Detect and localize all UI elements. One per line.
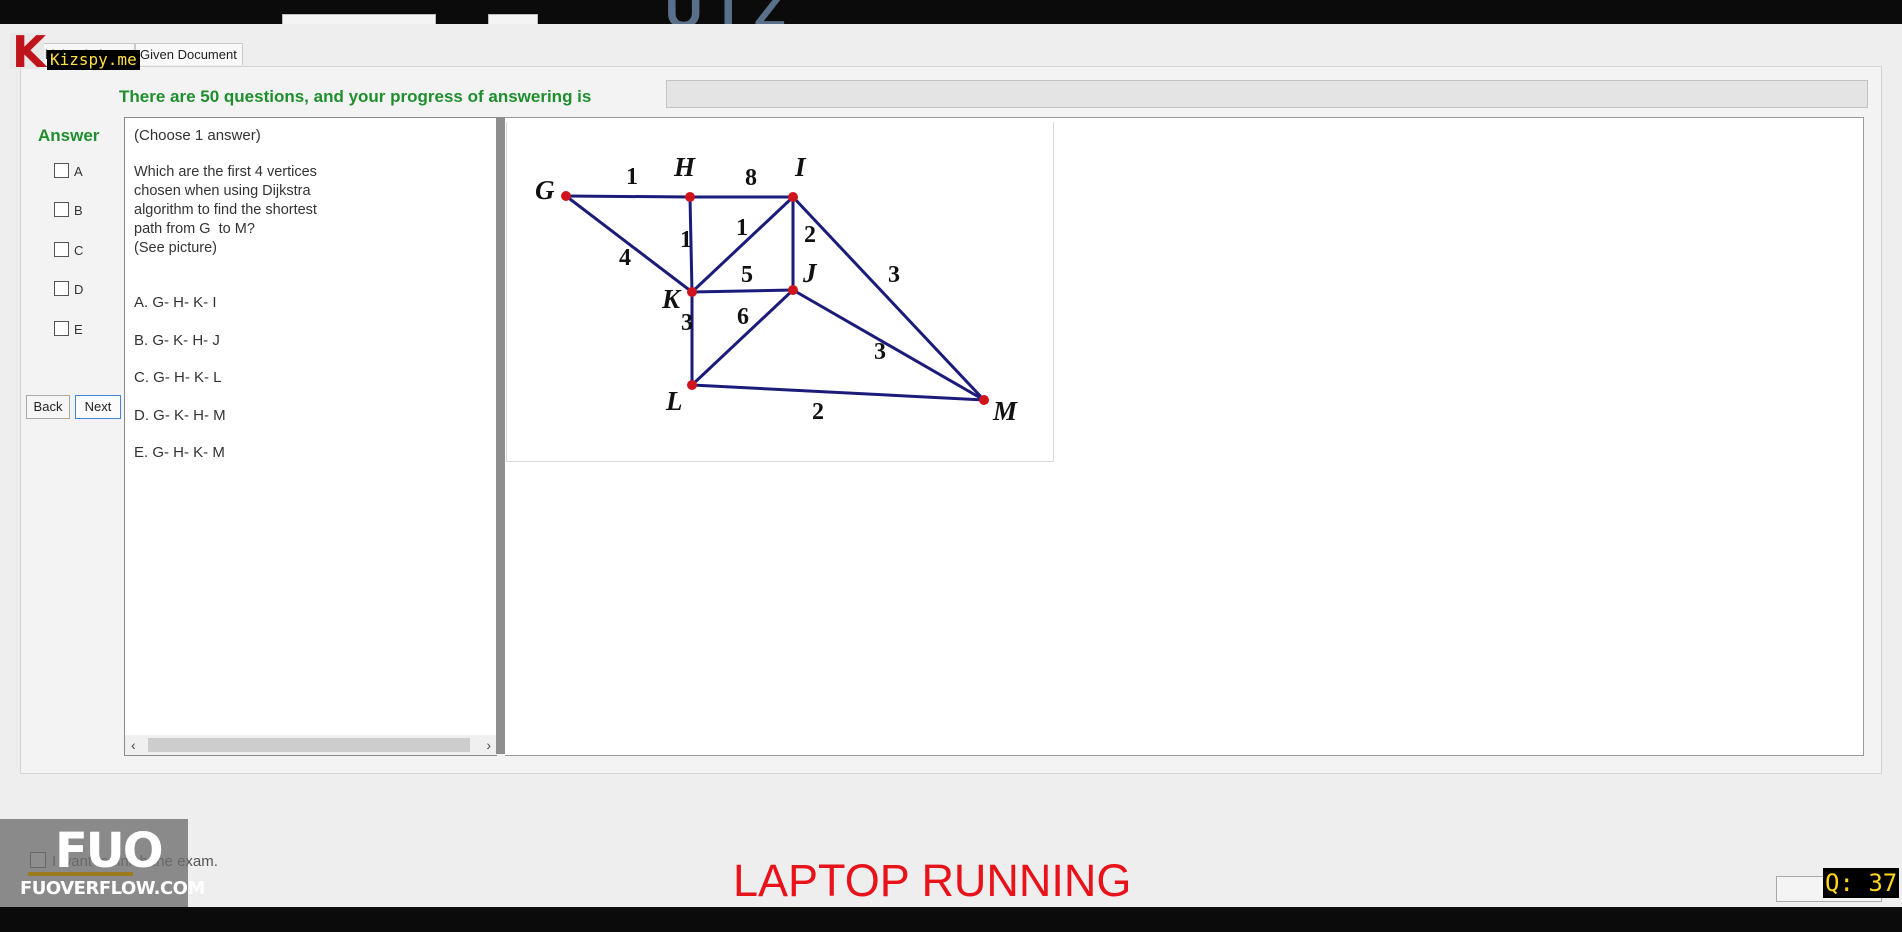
fuo-logo-text: FUO — [55, 823, 164, 879]
fuo-site-text: FUOVERFLOW.COM — [20, 878, 205, 899]
answer-option-e[interactable]: E — [54, 321, 83, 337]
laptop-running-status: LAPTOP RUNNING — [733, 855, 1132, 906]
choice-b: B. G- K- H- J — [134, 332, 220, 349]
edge-weight-label: 1 — [680, 227, 692, 253]
kizspy-watermark: Kizspy.me — [47, 50, 140, 70]
graph-node-j — [788, 285, 798, 295]
edge-weight-label: 1 — [736, 215, 748, 241]
edge-weight-label: 3 — [888, 262, 900, 288]
node-label: J — [802, 258, 818, 288]
node-label: M — [992, 396, 1018, 426]
graph-edge-i-m — [791, 195, 986, 402]
graph-edge-g-k — [565, 194, 693, 294]
graph-diagram: 1 8 4 1 1 2 5 3 3 6 3 2 G H I J K L M — [535, 152, 1018, 426]
node-label: L — [665, 386, 683, 416]
kizspy-logo-letter: K — [12, 27, 47, 78]
option-label: D — [74, 282, 84, 297]
scroll-left-icon[interactable]: ‹ — [131, 735, 136, 755]
question-line: algorithm to find the shortest — [134, 202, 317, 218]
edge-weight-label: 5 — [741, 262, 753, 288]
checkbox[interactable] — [54, 321, 69, 336]
graph-edge-l-m — [691, 383, 985, 402]
top-black-bar: U I Z — [0, 0, 1902, 24]
question-line: path from G to M? — [134, 221, 255, 237]
question-line: (See picture) — [134, 240, 218, 256]
edge-weight-label: 2 — [804, 222, 816, 248]
scrollbar-thumb[interactable] — [148, 738, 470, 752]
graph-edge-g-h — [565, 194, 691, 199]
choice-a: A. G- H- K- I — [134, 294, 217, 311]
checkbox[interactable] — [54, 242, 69, 257]
panel-splitter[interactable] — [496, 117, 505, 754]
node-label: I — [794, 152, 807, 182]
horizontal-scrollbar[interactable]: ‹ › — [125, 735, 497, 755]
graph-edge-k-j — [691, 288, 794, 294]
progress-label: There are 50 questions, and your progres… — [119, 87, 592, 106]
question-text: (Choose 1 answer) Which are the first 4 … — [134, 126, 494, 258]
exam-title-fragment: U I Z — [665, 0, 788, 24]
node-label: G — [535, 175, 555, 205]
option-label: A — [74, 164, 83, 179]
node-label: H — [673, 152, 696, 182]
graph-node-h — [685, 192, 695, 202]
next-button[interactable]: Next — [75, 395, 121, 419]
fuoverflow-watermark: FUO FUOVERFLOW.COM — [0, 819, 205, 907]
progress-bar — [666, 80, 1868, 108]
option-label: E — [74, 322, 83, 337]
tab-given-document[interactable]: Given Document — [135, 43, 243, 65]
graph-edge-j-m — [792, 288, 985, 402]
question-line: chosen when using Dijkstra — [134, 183, 311, 199]
bottom-black-bar — [0, 907, 1902, 932]
question-instruction: (Choose 1 answer) — [134, 127, 261, 144]
choice-d: D. G- K- H- M — [134, 407, 226, 424]
answer-option-c[interactable]: C — [54, 242, 83, 258]
edge-weight-label: 1 — [626, 164, 638, 190]
answer-title: Answer — [38, 126, 100, 145]
edge-weight-label: 3 — [874, 339, 886, 365]
choice-c: C. G- H- K- L — [134, 369, 222, 386]
checkbox[interactable] — [54, 202, 69, 217]
graph-picture: 1 8 4 1 1 2 5 3 3 6 3 2 G H I J K L M — [506, 122, 1054, 462]
background-field — [488, 14, 538, 24]
question-line: Which are the first 4 vertices — [134, 164, 317, 180]
answer-option-b[interactable]: B — [54, 202, 83, 218]
back-button[interactable]: Back — [26, 395, 70, 419]
edge-weight-label: 3 — [681, 310, 693, 336]
scroll-right-icon[interactable]: › — [486, 735, 491, 755]
kizspy-logo: K — [10, 27, 46, 78]
edge-weight-label: 2 — [812, 399, 824, 425]
checkbox[interactable] — [54, 281, 69, 296]
checkbox[interactable] — [54, 163, 69, 178]
answer-option-a[interactable]: A — [54, 163, 83, 179]
graph-node-l — [687, 380, 697, 390]
question-counter: Q: 37 — [1823, 868, 1900, 898]
node-label: K — [661, 284, 682, 314]
fuo-logo-strip — [28, 872, 133, 876]
question-box[interactable]: (Choose 1 answer) Which are the first 4 … — [124, 117, 497, 756]
graph-node-i — [788, 192, 798, 202]
edge-weight-label: 8 — [745, 165, 757, 191]
choice-e: E. G- H- K- M — [134, 444, 225, 461]
graph-node-g — [561, 191, 571, 201]
edge-weight-label: 6 — [737, 304, 749, 330]
edge-weight-label: 4 — [619, 245, 631, 271]
graph-node-m — [979, 395, 989, 405]
answer-option-d[interactable]: D — [54, 281, 83, 297]
graph-node-k — [687, 287, 697, 297]
background-field — [282, 14, 436, 24]
option-label: B — [74, 203, 83, 218]
option-label: C — [74, 243, 84, 258]
